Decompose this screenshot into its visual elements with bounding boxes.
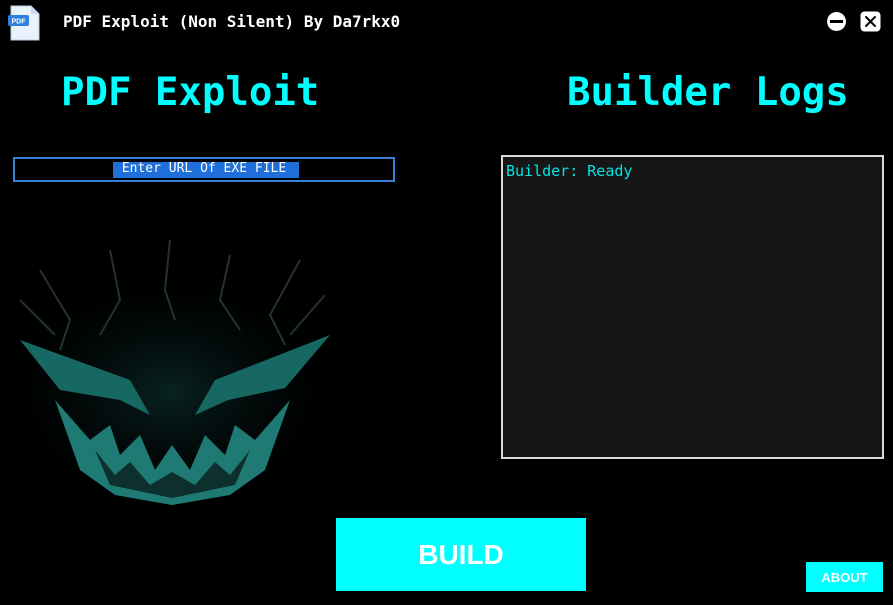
exe-url-field[interactable]: Enter URL Of EXE FILE bbox=[13, 157, 395, 182]
about-button-label: ABOUT bbox=[821, 569, 868, 585]
title-bar[interactable]: PDF PDF Exploit (Non Silent) By Da7rkx0 bbox=[0, 0, 893, 46]
pdf-exploit-heading: PDF Exploit bbox=[61, 70, 320, 115]
builder-logs-panel[interactable]: Builder: Ready bbox=[501, 155, 884, 459]
close-button[interactable] bbox=[860, 11, 881, 32]
minimize-button[interactable] bbox=[826, 11, 847, 32]
log-line: Builder: Ready bbox=[506, 162, 633, 180]
build-button[interactable]: BUILD bbox=[336, 518, 586, 591]
text-selection-highlight bbox=[113, 162, 299, 178]
pdf-file-icon: PDF bbox=[8, 4, 42, 42]
window-title: PDF Exploit (Non Silent) By Da7rkx0 bbox=[63, 12, 401, 31]
close-icon bbox=[860, 11, 881, 32]
build-button-label: BUILD bbox=[418, 538, 504, 570]
demon-face-artwork bbox=[0, 239, 345, 510]
about-button[interactable]: ABOUT bbox=[806, 562, 883, 592]
minimize-icon bbox=[827, 12, 846, 31]
builder-logs-heading: Builder Logs bbox=[567, 70, 849, 115]
pdf-icon-label: PDF bbox=[12, 19, 27, 26]
